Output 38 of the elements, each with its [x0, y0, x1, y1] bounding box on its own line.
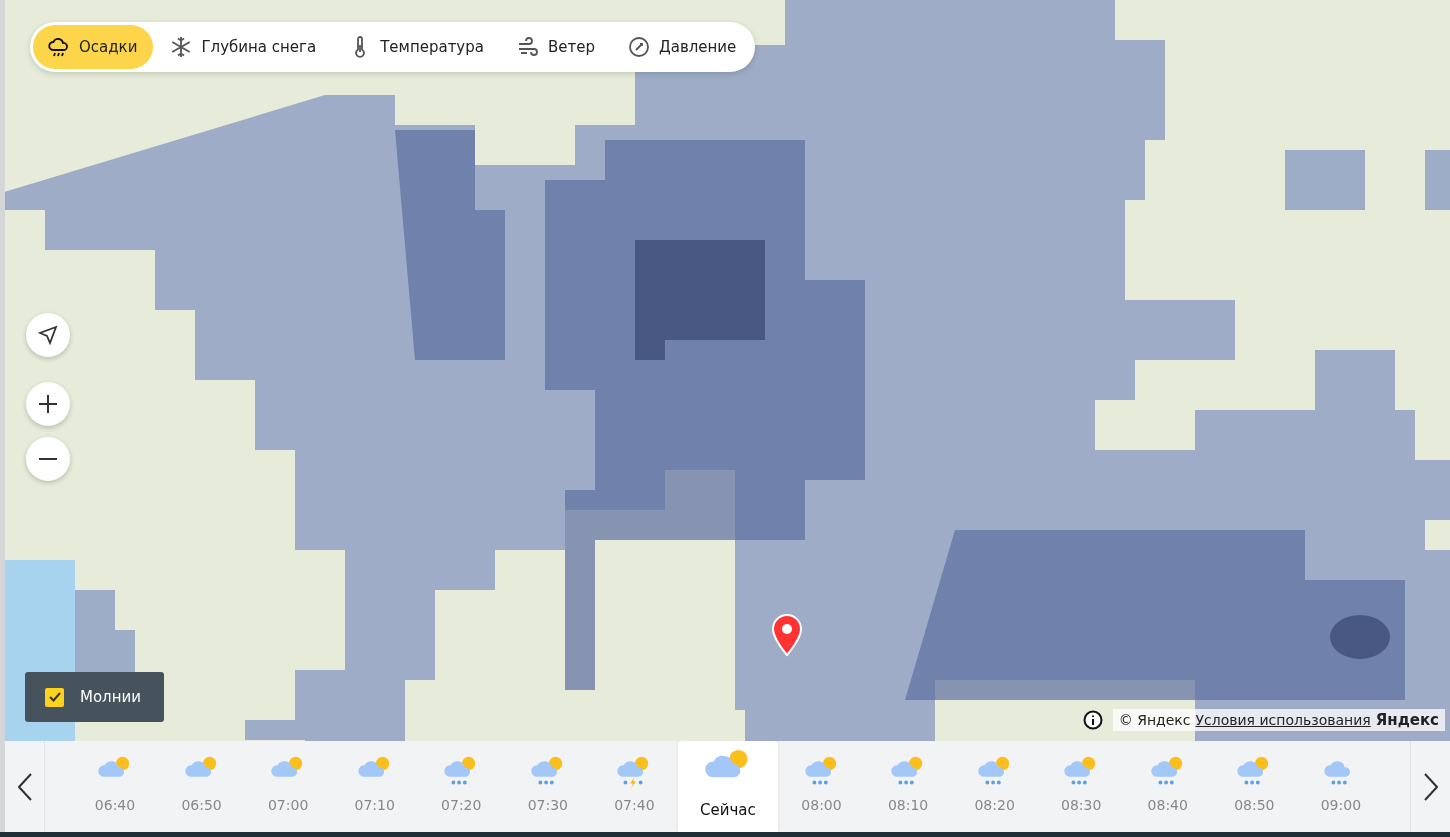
time-step[interactable]: 06:50: [158, 741, 245, 832]
checkmark-icon: [48, 692, 61, 702]
time-step[interactable]: 07:30: [504, 741, 591, 832]
zoom-in-button[interactable]: [26, 382, 70, 426]
map-background[interactable]: Осадки Глубина снега Температура Ветер Давление Молнии © Яндекс Условия использования Яндекс: [5, 0, 1450, 741]
time-step[interactable]: 08:50: [1211, 741, 1298, 832]
location-pin-icon: [770, 613, 804, 659]
time-step[interactable]: 08:20: [951, 741, 1038, 832]
copyright-text: © Яндекс: [1118, 712, 1191, 728]
checkbox[interactable]: [45, 687, 64, 707]
layer-tab[interactable]: Осадки: [33, 25, 154, 69]
time-step[interactable]: 08:00: [778, 741, 865, 832]
rain-cloud-icon: [47, 35, 71, 59]
layer-tab[interactable]: Глубина снега: [157, 25, 333, 69]
gauge-icon: [627, 35, 651, 59]
info-icon[interactable]: [1082, 710, 1103, 730]
plus-icon: [38, 394, 58, 414]
time-step[interactable]: 08:10: [865, 741, 952, 832]
time-step[interactable]: 08:40: [1124, 741, 1211, 832]
time-step[interactable]: 07:20: [418, 741, 505, 832]
time-step[interactable]: 08:30: [1038, 741, 1125, 832]
minus-icon: [38, 457, 58, 461]
time-step[interactable]: 09:00: [1297, 741, 1384, 832]
lightning-toggle[interactable]: Молнии: [25, 672, 164, 722]
time-step[interactable]: 07:00: [245, 741, 332, 832]
chevron-right-icon: [1423, 772, 1438, 801]
locate-button[interactable]: [26, 313, 70, 357]
navigation-arrow-icon: [38, 325, 58, 345]
time-step[interactable]: 06:40: [72, 741, 158, 832]
layer-tab[interactable]: Ветер: [503, 25, 611, 69]
time-step[interactable]: 07:10: [331, 741, 418, 832]
layer-tab[interactable]: Температура: [336, 25, 500, 69]
chevron-left-icon: [17, 772, 32, 801]
logo-text: Яндекс: [1375, 711, 1439, 729]
layer-tab[interactable]: Давление: [615, 25, 753, 69]
time-step[interactable]: 07:40: [591, 741, 678, 832]
terms-link[interactable]: Условия использования: [1195, 712, 1371, 728]
time-step[interactable]: Сейчас: [677, 741, 778, 832]
